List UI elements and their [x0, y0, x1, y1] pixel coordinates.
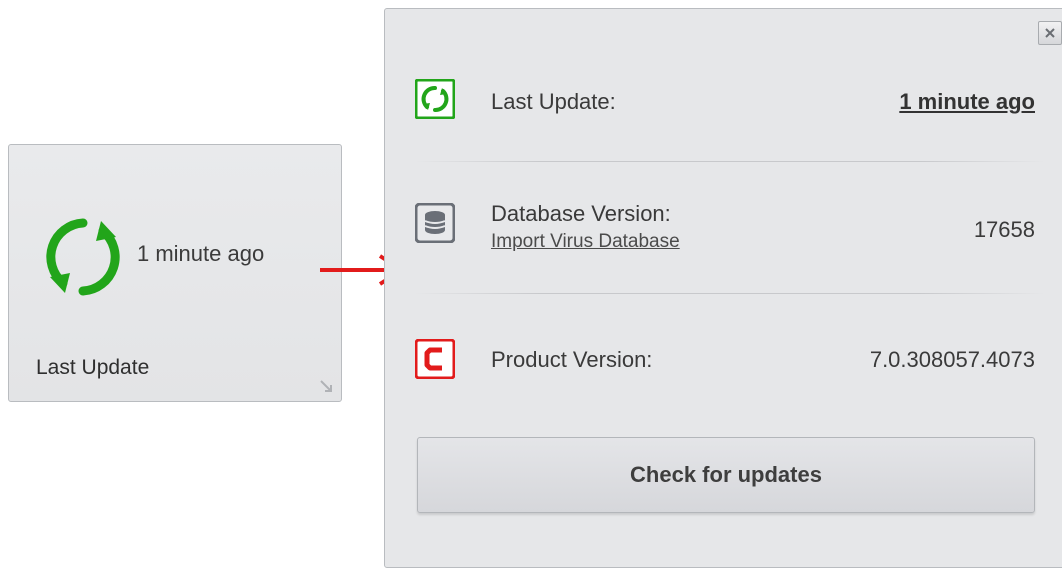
product-version-row: Product Version: 7.0.308057.4073	[385, 313, 1062, 413]
check-for-updates-button[interactable]: Check for updates	[417, 437, 1035, 513]
tile-time-text: 1 minute ago	[137, 241, 265, 266]
separator	[415, 161, 1045, 162]
last-update-tile[interactable]: 1 minute ago Last Update	[8, 144, 342, 402]
refresh-icon	[415, 79, 455, 119]
close-icon	[1045, 28, 1055, 38]
database-version-row: Database Version: Import Virus Database …	[385, 181, 1062, 281]
refresh-icon	[46, 218, 120, 296]
product-version-label: Product Version:	[491, 347, 653, 372]
resize-corner-icon[interactable]	[319, 379, 333, 393]
product-version-value: 7.0.308057.4073	[869, 347, 1035, 372]
database-icon	[415, 203, 455, 243]
import-virus-database-link[interactable]: Import Virus Database	[491, 231, 680, 253]
last-update-row: Last Update: 1 minute ago	[385, 59, 1062, 159]
close-button[interactable]	[1038, 21, 1062, 45]
last-update-value-link[interactable]: 1 minute ago	[899, 89, 1035, 115]
database-version-value: 17658	[973, 217, 1035, 242]
database-version-label: Database Version:	[491, 201, 671, 226]
update-details-panel: Last Update: 1 minute ago Database Versi…	[384, 8, 1062, 568]
tile-label: Last Update	[36, 356, 150, 379]
separator	[415, 293, 1045, 294]
product-logo-icon	[415, 339, 455, 379]
last-update-label: Last Update:	[491, 89, 616, 114]
